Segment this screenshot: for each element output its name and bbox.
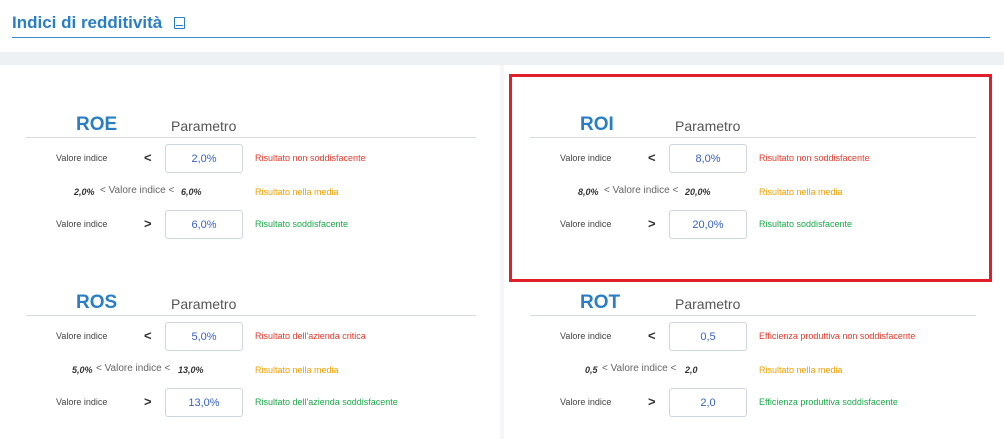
valore-indice-label: Valore indice <box>560 331 612 341</box>
result-mid: Risultato nella media <box>255 365 339 375</box>
low-threshold-input[interactable] <box>165 322 243 351</box>
low-threshold-input[interactable] <box>669 322 747 351</box>
book-icon[interactable] <box>173 17 185 29</box>
result-low: Risultato dell'azienda critica <box>255 331 366 341</box>
mid-high-value: 2,0 <box>685 365 698 375</box>
mid-low-value: 0,5 <box>585 365 598 375</box>
mid-range-label: < Valore indice < <box>100 185 175 196</box>
page-header: Indici di redditività <box>12 12 990 38</box>
valore-indice-label: Valore indice <box>56 153 108 163</box>
high-threshold-input[interactable] <box>669 388 747 417</box>
row-high: Valore indice > Risultato dell'azienda s… <box>26 388 486 418</box>
result-mid: Risultato nella media <box>255 187 339 197</box>
panel-header: ROT Parametro <box>530 293 976 316</box>
panel-ros: ROS Parametro Valore indice < Risultato … <box>26 293 486 439</box>
less-than-sign: < <box>648 328 656 343</box>
result-high: Risultato soddisfacente <box>255 219 349 229</box>
index-name: ROS <box>76 292 118 313</box>
valore-indice-label: Valore indice <box>56 219 108 229</box>
parametro-label: Parametro <box>675 296 741 312</box>
result-low: Efficienza produttiva non soddisfacente <box>759 331 916 341</box>
high-threshold-input[interactable] <box>165 210 243 239</box>
low-threshold-input[interactable] <box>165 144 243 173</box>
row-mid: 5,0% < Valore indice < 13,0% Risultato n… <box>26 356 486 386</box>
valore-indice-label: Valore indice <box>560 397 612 407</box>
mid-range-label: < Valore indice < <box>602 363 677 374</box>
valore-indice-label: Valore indice <box>56 331 108 341</box>
result-low: Risultato non soddisfacente <box>255 153 366 163</box>
row-mid: 0,5 < Valore indice < 2,0 Risultato nell… <box>530 356 990 386</box>
page-title: Indici di redditività <box>12 13 163 32</box>
panel-header: ROE Parametro <box>26 115 476 138</box>
less-than-sign: < <box>144 150 152 165</box>
less-than-sign: < <box>144 328 152 343</box>
panel-header: ROS Parametro <box>26 293 476 316</box>
mid-low-value: 5,0% <box>72 365 93 375</box>
row-high: Valore indice > Risultato soddisfacente <box>26 210 486 240</box>
row-mid: 2,0% < Valore indice < 6,0% Risultato ne… <box>26 178 486 208</box>
mid-high-value: 13,0% <box>178 365 204 375</box>
row-low: Valore indice < Efficienza produttiva no… <box>530 322 990 352</box>
result-high: Efficienza produttiva soddisfacente <box>759 397 898 407</box>
column-divider <box>500 65 504 439</box>
mid-low-value: 2,0% <box>74 187 95 197</box>
index-name: ROT <box>580 292 621 313</box>
greater-than-sign: > <box>144 394 152 409</box>
mid-range-label: < Valore indice < <box>96 363 171 374</box>
section-band <box>0 52 1004 65</box>
highlight-box <box>509 74 992 282</box>
index-name: ROE <box>76 114 118 135</box>
greater-than-sign: > <box>648 394 656 409</box>
panel-rot: ROT Parametro Valore indice < Efficienza… <box>530 293 990 439</box>
high-threshold-input[interactable] <box>165 388 243 417</box>
greater-than-sign: > <box>144 216 152 231</box>
result-high: Risultato dell'azienda soddisfacente <box>255 397 398 407</box>
row-low: Valore indice < Risultato non soddisface… <box>26 144 486 174</box>
parametro-label: Parametro <box>171 296 237 312</box>
row-high: Valore indice > Efficienza produttiva so… <box>530 388 990 418</box>
panel-roe: ROE Parametro Valore indice < Risultato … <box>26 115 486 275</box>
parametro-label: Parametro <box>171 118 237 134</box>
result-mid: Risultato nella media <box>759 365 843 375</box>
row-low: Valore indice < Risultato dell'azienda c… <box>26 322 486 352</box>
mid-high-value: 6,0% <box>181 187 202 197</box>
valore-indice-label: Valore indice <box>56 397 108 407</box>
